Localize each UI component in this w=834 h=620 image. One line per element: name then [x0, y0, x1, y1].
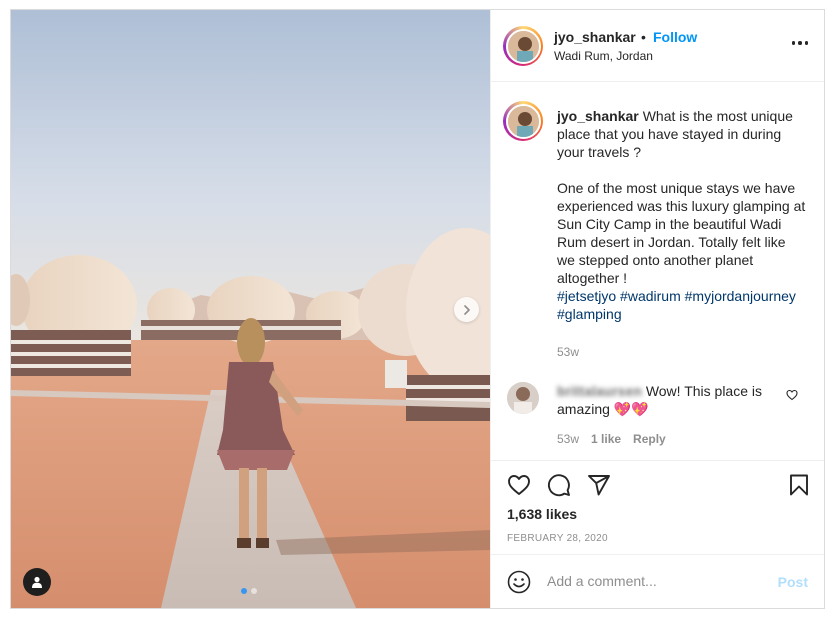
comment-icon[interactable]: [547, 473, 571, 497]
caption-hashtags: #jetsetjyo #wadirum #myjordanjourney #gl…: [557, 287, 807, 323]
comment-likes[interactable]: 1 like: [591, 432, 621, 446]
comment-item: brittalaursen Wow! This place is amazing …: [557, 382, 787, 418]
follow-button[interactable]: Follow: [653, 29, 697, 45]
reply-button[interactable]: Reply: [633, 432, 666, 446]
action-bar: 1,638 likes FEBRUARY 28, 2020: [491, 460, 824, 554]
comment-meta: 53w 1 like Reply: [557, 432, 666, 446]
follow-separator: •: [641, 29, 646, 45]
hashtag-link[interactable]: #glamping: [557, 306, 622, 322]
comment-like-heart-icon[interactable]: [786, 389, 798, 401]
hashtag-link[interactable]: #jetsetjyo: [557, 288, 616, 304]
caption-avatar[interactable]: [503, 101, 543, 141]
emoji-icon[interactable]: [507, 570, 531, 594]
caption-username[interactable]: jyo_shankar: [557, 108, 639, 124]
post-photo: [11, 10, 490, 608]
add-comment-bar: Post: [491, 554, 824, 608]
bookmark-icon[interactable]: [787, 473, 811, 497]
carousel-indicator: [241, 588, 257, 594]
likes-count[interactable]: 1,638 likes: [507, 506, 577, 522]
more-options-icon[interactable]: [791, 37, 808, 49]
carousel-dot: [251, 588, 257, 594]
next-photo-button[interactable]: [454, 297, 479, 322]
carousel-dot: [241, 588, 247, 594]
hashtag-link[interactable]: #wadirum: [620, 288, 681, 304]
avatar-image: [505, 103, 541, 139]
hashtag-link[interactable]: #myjordanjourney: [685, 288, 796, 304]
heart-icon[interactable]: [507, 473, 531, 497]
comment-input[interactable]: [547, 573, 767, 589]
post-location[interactable]: Wadi Rum, Jordan: [554, 49, 653, 63]
post-card: jyo_shankar • Follow Wadi Rum, Jordan jy…: [10, 9, 825, 609]
post-media[interactable]: [11, 10, 490, 608]
share-icon[interactable]: [587, 473, 611, 497]
commenter-username[interactable]: brittalaursen: [557, 383, 642, 399]
post-comment-button[interactable]: Post: [778, 574, 808, 590]
post-header: jyo_shankar • Follow Wadi Rum, Jordan: [491, 10, 824, 82]
caption-text: What is the most unique place that you h…: [557, 108, 806, 286]
tag-people-icon: [32, 576, 42, 588]
tagged-people-button[interactable]: [23, 568, 51, 596]
next-arrow-icon: [463, 304, 470, 315]
avatar-image: [505, 28, 541, 64]
caption-timestamp[interactable]: 53w: [557, 345, 579, 359]
post-details-panel: jyo_shankar • Follow Wadi Rum, Jordan jy…: [490, 10, 824, 608]
comment-timestamp[interactable]: 53w: [557, 432, 579, 446]
post-caption: jyo_shankar What is the most unique place…: [557, 107, 807, 323]
author-username[interactable]: jyo_shankar: [554, 29, 636, 45]
post-date[interactable]: FEBRUARY 28, 2020: [507, 533, 608, 544]
commenter-avatar[interactable]: [507, 382, 539, 414]
comments-section[interactable]: jyo_shankar What is the most unique place…: [491, 82, 824, 460]
author-avatar[interactable]: [503, 26, 543, 66]
